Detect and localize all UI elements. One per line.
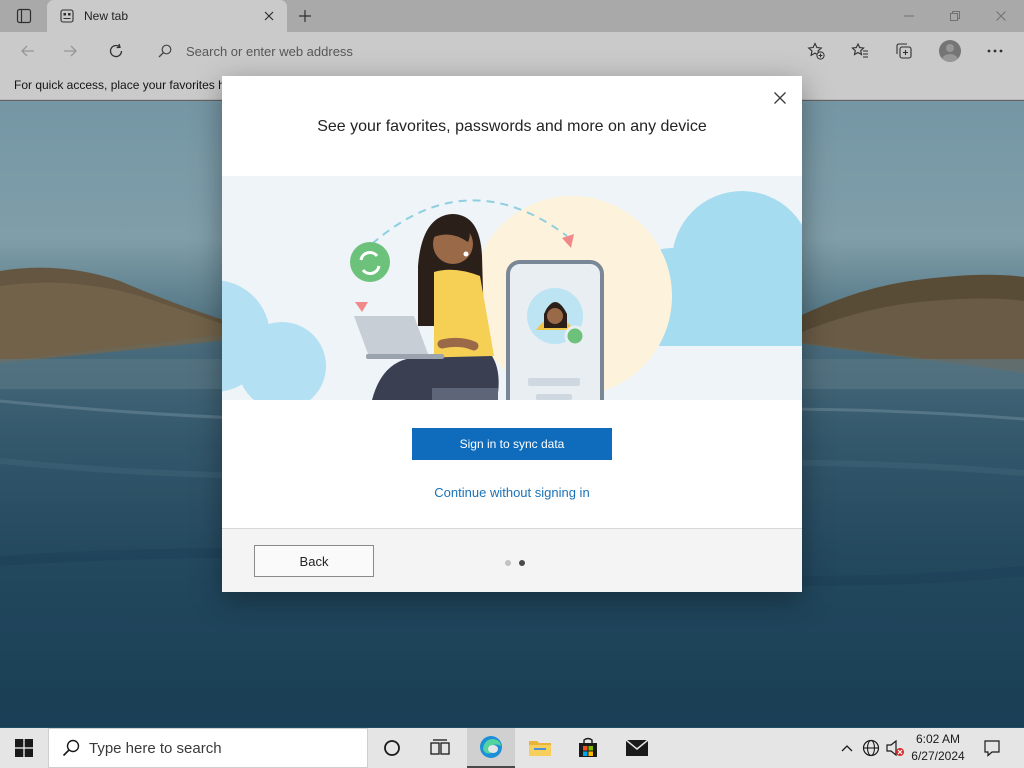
mail-icon[interactable]	[613, 728, 661, 768]
system-clock[interactable]: 6:02 AM 6/27/2024	[904, 731, 972, 765]
continue-without-signing-in-link[interactable]: Continue without signing in	[222, 485, 802, 500]
clock-date: 6/27/2024	[911, 749, 965, 763]
sync-dialog: See your favorites, passwords and more o…	[222, 76, 802, 592]
file-explorer-icon[interactable]	[516, 728, 564, 768]
back-button[interactable]: Back	[254, 545, 374, 577]
taskbar-search-box[interactable]: Type here to search	[48, 728, 368, 768]
edge-taskbar-icon[interactable]	[467, 728, 515, 768]
store-icon[interactable]	[564, 728, 612, 768]
taskbar: Type here to search 6:02 AM 6/27/2024	[0, 728, 1024, 768]
taskbar-search-input[interactable]: Type here to search	[89, 740, 222, 757]
show-hidden-icons-chevron-icon[interactable]	[838, 728, 856, 768]
page-dot-2	[519, 560, 525, 566]
network-globe-icon[interactable]	[860, 728, 882, 768]
sign-in-button[interactable]: Sign in to sync data	[412, 428, 612, 460]
notifications-icon[interactable]	[978, 728, 1006, 768]
search-icon	[61, 738, 81, 758]
page-dot-1	[505, 560, 511, 566]
volume-muted-icon[interactable]	[884, 728, 906, 768]
clock-time: 6:02 AM	[915, 732, 961, 746]
dialog-footer: Back	[222, 528, 802, 592]
pagination-dots	[505, 560, 525, 566]
cortana-icon[interactable]	[368, 728, 416, 768]
start-button[interactable]	[0, 728, 48, 768]
sync-illustration	[222, 176, 802, 400]
dialog-title: See your favorites, passwords and more o…	[317, 118, 707, 135]
task-view-icon[interactable]	[416, 728, 464, 768]
close-icon[interactable]	[768, 86, 792, 110]
windows-logo-icon	[15, 739, 33, 757]
